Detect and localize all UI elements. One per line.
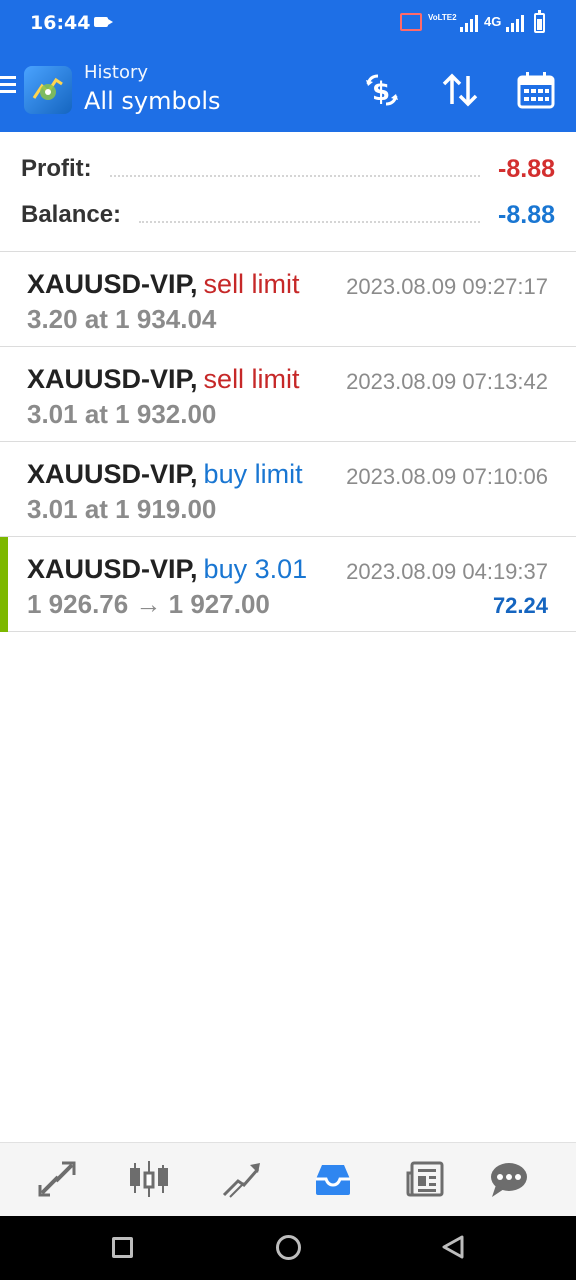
order-action: buy limit	[203, 459, 303, 489]
order-details: 1 926.76 → 1 927.00	[27, 589, 270, 619]
dotted-leader	[109, 167, 481, 177]
order-title: XAUUSD-VIP, buy limit	[27, 459, 303, 490]
order-details: 3.20 at 1 934.04	[27, 304, 217, 334]
signal-icon	[460, 15, 478, 32]
cast-icon	[400, 13, 422, 31]
order-action: sell limit	[203, 269, 300, 299]
order-details: 3.01 at 1 919.00	[27, 494, 217, 524]
profit-row: Profit: -8.88	[21, 152, 555, 186]
recent-apps-icon[interactable]	[112, 1237, 133, 1258]
status-time: 16:44	[30, 12, 91, 34]
menu-icon[interactable]	[0, 76, 16, 94]
trade-icon[interactable]	[220, 1159, 262, 1199]
order-title: XAUUSD-VIP, sell limit	[27, 269, 300, 300]
chat-icon[interactable]	[488, 1159, 530, 1199]
app-bar: History All symbols $	[0, 48, 576, 132]
order-action: buy 3.01	[203, 554, 308, 584]
bottom-nav	[0, 1142, 576, 1216]
summary-panel: Profit: -8.88 Balance: -8.88	[0, 132, 576, 252]
profit-label: Profit:	[21, 155, 92, 182]
history-icon[interactable]	[312, 1159, 354, 1199]
balance-row: Balance: -8.88	[21, 198, 555, 232]
home-icon[interactable]	[276, 1235, 301, 1260]
order-row[interactable]: XAUUSD-VIP, buy limit 3.01 at 1 919.00 20…	[0, 442, 576, 537]
status-bar: 16:44 VoLTE2 4G	[0, 0, 576, 48]
order-action: sell limit	[203, 364, 300, 394]
order-symbol: XAUUSD-VIP,	[27, 364, 198, 394]
deal-row[interactable]: XAUUSD-VIP, buy 3.01 1 926.76 → 1 927.00 …	[0, 537, 576, 632]
quotes-icon[interactable]	[36, 1159, 78, 1199]
system-nav-bar	[0, 1216, 576, 1280]
calendar-icon[interactable]	[516, 70, 556, 110]
sort-icon[interactable]	[440, 70, 480, 110]
balance-label: Balance:	[21, 201, 122, 228]
order-title: XAUUSD-VIP, sell limit	[27, 364, 300, 395]
battery-icon	[534, 10, 545, 33]
order-time: 2023.08.09 07:10:06	[346, 464, 548, 489]
deal-marker	[0, 537, 8, 632]
order-row[interactable]: XAUUSD-VIP, sell limit 3.01 at 1 932.00 2…	[0, 347, 576, 442]
order-details: 3.01 at 1 932.00	[27, 399, 217, 429]
profit-value: -8.88	[498, 154, 555, 183]
balance-value: -8.88	[498, 200, 555, 229]
volte-label: VoLTE2	[428, 13, 457, 22]
chart-icon[interactable]	[128, 1159, 170, 1199]
signal-strength-icon	[506, 15, 524, 32]
network-type-label: 4G	[484, 14, 502, 29]
app-logo-icon	[24, 66, 72, 114]
order-time: 2023.08.09 09:27:17	[346, 274, 548, 299]
page-title: All symbols	[84, 87, 221, 115]
back-icon[interactable]	[440, 1234, 466, 1260]
orders-list: XAUUSD-VIP, sell limit 3.20 at 1 934.04 2…	[0, 252, 576, 632]
title-block[interactable]: History All symbols	[84, 62, 221, 115]
page-subtitle: History	[84, 62, 149, 83]
order-symbol: XAUUSD-VIP,	[27, 269, 198, 299]
order-symbol: XAUUSD-VIP,	[27, 554, 198, 584]
news-icon[interactable]	[404, 1159, 446, 1199]
order-time: 2023.08.09 04:19:37	[346, 559, 548, 584]
dotted-leader	[139, 213, 481, 223]
order-row[interactable]: XAUUSD-VIP, sell limit 3.20 at 1 934.04 2…	[0, 252, 576, 347]
order-time: 2023.08.09 07:13:42	[346, 369, 548, 394]
order-title: XAUUSD-VIP, buy 3.01	[27, 554, 307, 585]
order-profit: 72.24	[492, 593, 548, 618]
order-symbol: XAUUSD-VIP,	[27, 459, 198, 489]
video-camera-icon	[94, 17, 113, 27]
currency-exchange-icon[interactable]: $	[362, 70, 402, 110]
